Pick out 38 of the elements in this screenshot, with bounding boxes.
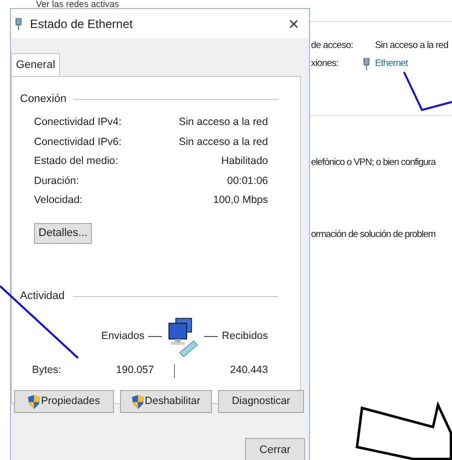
details-button[interactable]: Detalles... <box>34 223 92 244</box>
network-computers-icon <box>166 316 200 357</box>
field-label: Conectividad IPv6: <box>34 134 122 150</box>
bytes-label: Bytes: <box>31 362 62 378</box>
field-label: Duración: <box>34 174 79 189</box>
tab[interactable]: General <box>11 53 60 77</box>
access-label: de acceso: <box>311 39 354 53</box>
shield-icon <box>132 394 144 408</box>
field-value: Sin acceso a la red <box>178 134 268 150</box>
window-title: Estado de Ethernet <box>30 16 133 32</box>
received-bytes: 240.443 <box>229 362 269 378</box>
shield-icon <box>28 394 40 408</box>
field-label: Estado del medio: <box>34 154 118 170</box>
action-button[interactable]: Diagnosticar <box>218 390 304 413</box>
access-value: Sin acceso a la red <box>375 39 448 53</box>
sent-label: Enviados <box>101 328 144 344</box>
close-button[interactable]: × <box>284 14 303 32</box>
ethernet-link[interactable]: Ethernet <box>375 57 408 72</box>
action-button[interactable]: Deshabilitar <box>120 390 212 413</box>
field-value: Habilitado <box>221 154 268 170</box>
body-text: ormación de solución de problem <box>311 228 436 242</box>
action-button[interactable]: Propiedades <box>14 390 114 413</box>
sent-bytes: 190.057 <box>115 362 154 378</box>
body-text: elefónico o VPN; o bien configura <box>311 156 436 170</box>
field-label: Velocidad: <box>34 193 82 208</box>
network-plug-icon <box>363 58 370 70</box>
field-label: Conectividad IPv4: <box>34 115 122 130</box>
close-dialog-button[interactable]: Cerrar <box>245 438 305 460</box>
field-value: 00:01:06 <box>227 174 268 189</box>
field-value: 100,0 Mbps <box>213 193 268 208</box>
field-value: Sin acceso a la red <box>178 115 268 130</box>
received-label: Recibidos <box>222 328 268 344</box>
group-heading: Conexión <box>20 92 66 107</box>
section-heading: Ver las redes activas <box>36 0 120 9</box>
network-plug-icon <box>15 18 22 30</box>
annotation-line <box>403 72 452 112</box>
group-heading: Actividad <box>20 289 65 304</box>
connections-label: xiones: <box>311 57 340 71</box>
